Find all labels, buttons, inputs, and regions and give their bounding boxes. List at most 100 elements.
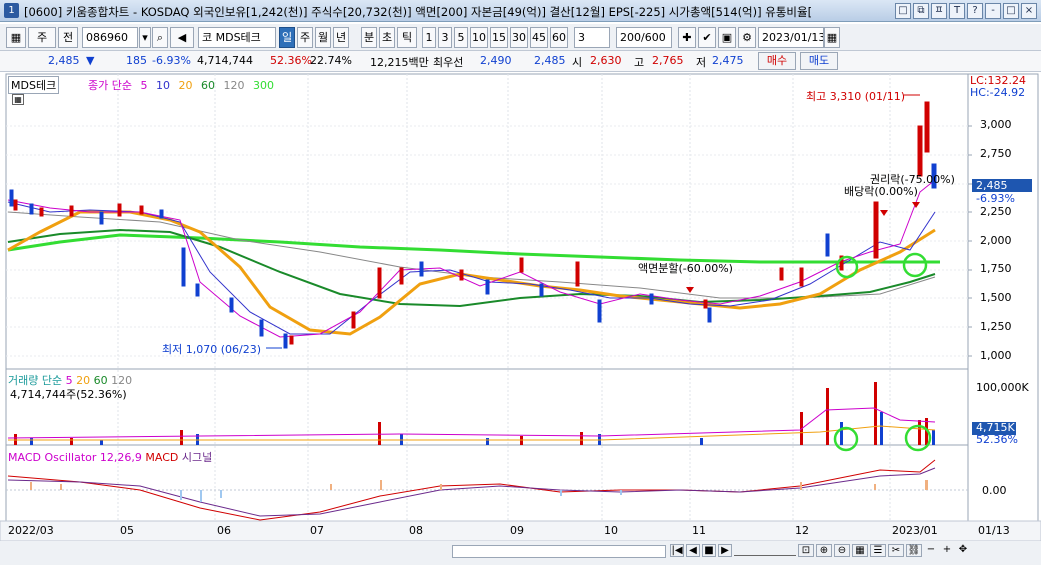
window-title: [0600] 키움종합차트 - KOSDAQ 외국인보유[1,242(천)] 주… (24, 5, 813, 19)
sell-button[interactable]: 매도 (800, 52, 838, 70)
tab-period-minute[interactable]: 분 (361, 27, 377, 48)
code-dropdown-icon[interactable]: ▾ (139, 27, 151, 48)
x-label-12: 12 (795, 524, 809, 537)
macd-osc-title: MACD Oscillator 12,26,9 (8, 451, 142, 464)
link-chain-icon[interactable]: ⛓ (906, 544, 922, 557)
best-bid-2: 2,485 (534, 54, 566, 67)
tab-period-day[interactable]: 일 (279, 27, 295, 48)
tab-period-week[interactable]: 주 (297, 27, 313, 48)
app-icon: 1 (4, 3, 19, 18)
pin-icon[interactable]: ㅍ (931, 3, 947, 19)
interval-30[interactable]: 30 (510, 27, 528, 48)
grid-icon[interactable]: ▦ (12, 94, 24, 105)
help-icon[interactable]: ? (967, 3, 983, 19)
minimize-button[interactable]: - (985, 3, 1001, 19)
interval-5[interactable]: 5 (454, 27, 468, 48)
speed-slider[interactable] (734, 544, 796, 556)
split-annotation: 액면분할(-60.00%) (638, 262, 733, 275)
tab-period-month[interactable]: 월 (315, 27, 331, 48)
stock-name-field[interactable]: 코 MDS테크 (198, 27, 276, 48)
x-label-2023-01: 2023/01 (892, 524, 938, 537)
check-icon[interactable]: ✔ (698, 27, 716, 48)
date-input[interactable]: 2023/01/13 (758, 27, 824, 48)
grid-toggle-icon[interactable]: ▦ (852, 544, 868, 557)
zoom-in-icon[interactable]: ⊕ (816, 544, 832, 557)
minus-icon[interactable]: − (924, 544, 938, 557)
interval-3[interactable]: 3 (438, 27, 452, 48)
play-icon[interactable]: ▶ (718, 544, 732, 557)
interval-1[interactable]: 1 (422, 27, 436, 48)
title-bar: 1 [0600] 키움종합차트 - KOSDAQ 외국인보유[1,242(천)]… (0, 0, 1041, 22)
candle-up (459, 269, 464, 281)
candle-up (519, 257, 524, 273)
candle-down (825, 233, 830, 257)
high-price: 2,765 (652, 54, 684, 67)
volume-current-pct: 52.36% (976, 433, 1018, 446)
stock-code-input[interactable]: 086960 (82, 27, 138, 48)
toolbar-main: ▦ 주 전 086960 ▾ ⌕ ◀ 코 MDS테크 일 주 월 년 분 초 틱… (0, 24, 1041, 51)
prev-button[interactable]: 전 (58, 27, 78, 48)
candle-down (9, 189, 14, 207)
tab-period-second[interactable]: 초 (379, 27, 395, 48)
chart-scrollbar[interactable]: |◀ ◀ ■ ▶ ⊡ ⊕ ⊖ ▦ ☰ ✂ ⛓ − + ✥ (452, 543, 1035, 560)
x-label-01-13: 01/13 (978, 524, 1010, 537)
maximize-button[interactable]: □ (1003, 3, 1019, 19)
count-input[interactable]: 200/600 (616, 27, 672, 48)
y-tick-2750: 2,750 (980, 147, 1012, 160)
candle-down (229, 297, 234, 313)
current-price-label: 2,485 (976, 179, 1008, 192)
x-label-09: 09 (510, 524, 524, 537)
candle-down (707, 307, 712, 323)
price-change: 185 (126, 54, 147, 67)
tile-icon[interactable]: ⧉ (913, 3, 929, 19)
legend-ma20: 20 (178, 79, 193, 92)
market-select[interactable]: 주 (28, 27, 56, 48)
link-icon[interactable]: □ (895, 3, 911, 19)
volume-panel-frame (5, 368, 969, 446)
play-back-icon[interactable]: ◀ (686, 544, 700, 557)
plus-icon[interactable]: + (940, 544, 954, 557)
search-icon[interactable]: ⌕ (152, 27, 168, 48)
current-price: 2,485 (48, 54, 80, 67)
move-icon[interactable]: ✥ (956, 544, 970, 557)
candle-up (575, 261, 580, 287)
zoom-reset-icon[interactable]: ⊡ (798, 544, 814, 557)
rights-annotation: 권리락(-75.00%) (870, 173, 955, 186)
calendar-icon[interactable]: ▦ (824, 27, 840, 48)
buy-button[interactable]: 매수 (758, 52, 796, 70)
y-tick-2250: 2,250 (980, 205, 1012, 218)
list-icon[interactable]: ☰ (870, 544, 886, 557)
signal-title: 시그널 (181, 451, 213, 464)
current-pct-label: -6.93% (976, 192, 1015, 205)
crosshair-icon[interactable]: ✚ (678, 27, 696, 48)
candle-up (703, 299, 708, 309)
volume-value-text: 4,714,744주(52.36%) (10, 388, 127, 401)
sound-icon[interactable]: ◀ (170, 27, 194, 48)
x-label-05: 05 (120, 524, 134, 537)
chart-type-icon[interactable]: ▦ (6, 27, 26, 48)
candle-up (399, 267, 404, 285)
interval-10[interactable]: 10 (470, 27, 488, 48)
save-icon[interactable]: ▣ (718, 27, 736, 48)
tab-period-year[interactable]: 년 (333, 27, 349, 48)
text-icon[interactable]: T (949, 3, 965, 19)
candle-up (117, 203, 122, 217)
chart-canvas[interactable] (0, 72, 1041, 565)
zoom-out-icon[interactable]: ⊖ (834, 544, 850, 557)
scroll-start-icon[interactable]: |◀ (670, 544, 684, 557)
interval-60[interactable]: 60 (550, 27, 568, 48)
volume-ratio: 52.36% (270, 54, 312, 67)
candle-down (283, 333, 288, 349)
interval-input[interactable]: 3 (574, 27, 610, 48)
gear-icon[interactable]: ⚙ (738, 27, 756, 48)
candle-up (351, 311, 356, 329)
x-label-2022-03: 2022/03 (8, 524, 54, 537)
tab-period-tick[interactable]: 틱 (397, 27, 417, 48)
stop-icon[interactable]: ■ (702, 544, 716, 557)
scissors-icon[interactable]: ✂ (888, 544, 904, 557)
scroll-track[interactable] (452, 545, 666, 558)
y-tick-1250: 1,250 (980, 320, 1012, 333)
close-button[interactable]: × (1021, 3, 1037, 19)
interval-15[interactable]: 15 (490, 27, 508, 48)
interval-45[interactable]: 45 (530, 27, 548, 48)
